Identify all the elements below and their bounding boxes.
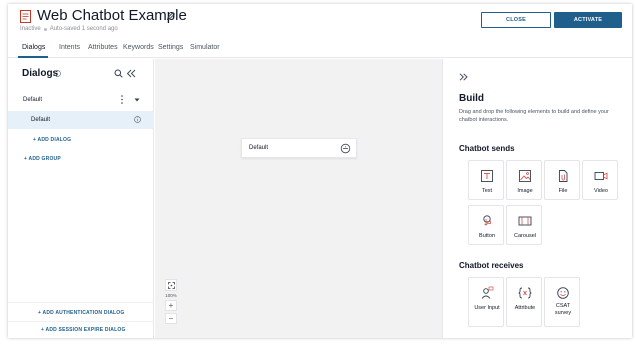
separator-dot bbox=[43, 27, 47, 31]
active-tab-indicator bbox=[18, 56, 48, 58]
build-description: Drag and drop the following elements to … bbox=[459, 109, 609, 123]
element-csat-survey[interactable]: CSAT survey bbox=[544, 277, 580, 327]
app-window: Web Chatbot Example Inactive Auto-saved … bbox=[8, 4, 632, 338]
node-settings-icon[interactable] bbox=[340, 143, 351, 154]
element-file[interactable]: File bbox=[544, 160, 580, 200]
tab-dialogs[interactable]: Dialogs bbox=[22, 44, 45, 51]
element-label: Image bbox=[517, 188, 533, 194]
collapse-panel-icon[interactable] bbox=[126, 69, 136, 78]
status-badge: Inactive bbox=[20, 26, 41, 32]
zoom-controls: 100% + − bbox=[165, 279, 177, 324]
divider bbox=[8, 302, 154, 303]
dialog-node-default[interactable]: Default bbox=[241, 138, 357, 158]
dialog-item-default[interactable]: Default bbox=[8, 111, 154, 129]
add-dialog-link[interactable]: + ADD DIALOG bbox=[33, 137, 71, 143]
chatbot-sends-title: Chatbot sends bbox=[459, 144, 515, 153]
element-image[interactable]: Image bbox=[506, 160, 542, 200]
edit-title-icon[interactable] bbox=[166, 11, 176, 21]
element-video[interactable]: Video bbox=[582, 160, 618, 200]
zoom-level: 100% bbox=[165, 293, 177, 298]
info-icon[interactable] bbox=[54, 70, 61, 77]
tab-attributes[interactable]: Attributes bbox=[88, 44, 118, 51]
tab-keywords[interactable]: Keywords bbox=[123, 44, 154, 51]
dialogs-title: Dialogs bbox=[22, 68, 59, 79]
search-icon[interactable] bbox=[114, 69, 123, 78]
tab-intents[interactable]: Intents bbox=[59, 44, 80, 51]
build-title: Build bbox=[459, 93, 484, 104]
expand-panel-icon[interactable] bbox=[459, 73, 468, 81]
build-panel: Build Drag and drop the following elemen… bbox=[442, 59, 632, 338]
status-line: Inactive Auto-saved 1 second ago bbox=[20, 26, 118, 32]
page-title: Web Chatbot Example bbox=[37, 7, 187, 24]
add-session-expire-dialog-link[interactable]: + ADD SESSION EXPIRE DIALOG bbox=[41, 327, 126, 333]
chatbot-receives-title: Chatbot receives bbox=[459, 261, 524, 270]
csat-icon bbox=[557, 287, 569, 299]
dialog-node-label: Default bbox=[249, 145, 269, 151]
element-label: Video bbox=[594, 188, 608, 194]
element-label: Text bbox=[481, 188, 493, 194]
user-input-icon bbox=[481, 286, 494, 299]
element-label: Attribute bbox=[514, 305, 536, 311]
tab-settings[interactable]: Settings bbox=[158, 44, 183, 51]
zoom-out-button[interactable]: − bbox=[165, 313, 177, 324]
dialogs-panel: Dialogs Default Default + ADD DIALOG + A… bbox=[8, 59, 154, 338]
chatbot-doc-icon bbox=[20, 10, 31, 23]
element-label: Carousel bbox=[513, 233, 536, 239]
tab-simulator[interactable]: Simulator bbox=[190, 44, 220, 51]
zoom-in-button[interactable]: + bbox=[165, 300, 177, 311]
element-button[interactable]: Button bbox=[468, 205, 504, 245]
video-icon bbox=[594, 172, 608, 180]
activate-button[interactable]: ACTIVATE bbox=[554, 12, 622, 28]
element-label: File bbox=[558, 188, 568, 194]
dialog-group-row[interactable]: Default bbox=[8, 91, 154, 109]
text-icon bbox=[481, 170, 493, 182]
element-label: Button bbox=[479, 233, 495, 239]
flow-canvas[interactable]: Default 100% + − bbox=[155, 59, 442, 338]
element-attribute[interactable]: Attribute bbox=[506, 277, 542, 327]
close-button[interactable]: CLOSE bbox=[481, 12, 551, 28]
element-carousel[interactable]: Carousel bbox=[506, 205, 542, 245]
tab-bar: Dialogs Intents Attributes Keywords Sett… bbox=[8, 40, 632, 58]
header: Web Chatbot Example Inactive Auto-saved … bbox=[8, 4, 632, 40]
carousel-icon bbox=[518, 216, 532, 226]
add-group-link[interactable]: + ADD GROUP bbox=[24, 156, 61, 162]
fit-to-screen-button[interactable] bbox=[165, 279, 177, 291]
element-label: User Input bbox=[474, 305, 500, 311]
fit-screen-icon bbox=[167, 281, 175, 289]
file-icon bbox=[559, 170, 568, 182]
add-authentication-dialog-link[interactable]: + ADD AUTHENTICATION DIALOG bbox=[38, 310, 124, 316]
element-text[interactable]: Text bbox=[468, 160, 504, 200]
dialog-group-name: Default bbox=[23, 97, 43, 103]
element-label: CSAT survey bbox=[554, 303, 572, 316]
element-user-input[interactable]: User Input bbox=[468, 277, 504, 327]
autosave-status: Auto-saved 1 second ago bbox=[49, 26, 118, 32]
button-icon bbox=[483, 215, 491, 226]
dialog-item-label: Default bbox=[31, 117, 51, 123]
attribute-icon bbox=[518, 287, 532, 299]
dialog-info-icon[interactable] bbox=[134, 116, 141, 123]
image-icon bbox=[519, 170, 531, 182]
more-options-icon[interactable] bbox=[120, 94, 124, 105]
divider bbox=[8, 321, 154, 322]
chevron-down-icon[interactable] bbox=[134, 98, 140, 102]
